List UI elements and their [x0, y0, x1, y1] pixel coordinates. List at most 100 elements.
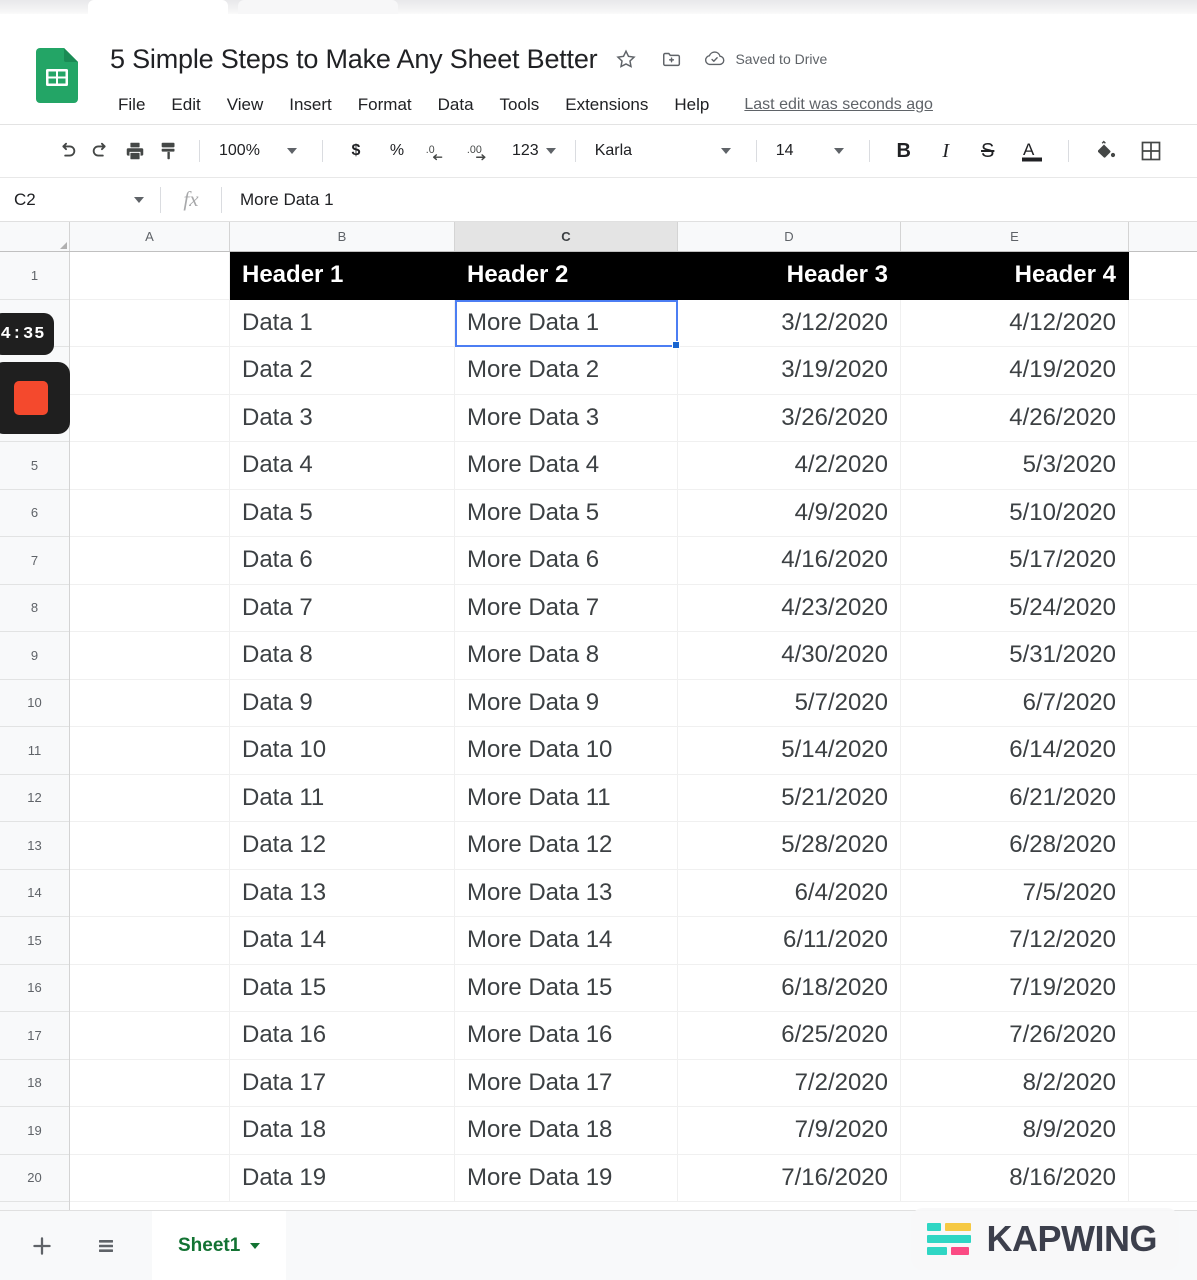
row-header-8[interactable]: 8: [0, 584, 69, 632]
star-icon[interactable]: [609, 42, 643, 76]
row-header-9[interactable]: 9: [0, 632, 69, 680]
browser-tab[interactable]: [88, 0, 228, 14]
undo-icon[interactable]: [50, 134, 84, 168]
menu-item-edit[interactable]: Edit: [158, 92, 213, 118]
grid-cell[interactable]: Data 17: [230, 1059, 455, 1107]
italic-button[interactable]: I: [925, 136, 967, 167]
grid-cell[interactable]: More Data 15: [455, 964, 678, 1012]
increase-decimal-button[interactable]: .00: [460, 134, 506, 168]
name-box[interactable]: C2: [0, 178, 160, 222]
grid-cell[interactable]: Data 19: [230, 1154, 455, 1202]
formula-input[interactable]: More Data 1: [222, 190, 334, 210]
grid-cell[interactable]: [70, 917, 230, 965]
grid-cell[interactable]: Data 12: [230, 822, 455, 870]
grid-cell[interactable]: Header 1: [230, 252, 455, 300]
row-header-15[interactable]: 15: [0, 917, 69, 965]
menu-item-format[interactable]: Format: [345, 92, 425, 118]
row-header-11[interactable]: 11: [0, 727, 69, 775]
grid-cell[interactable]: 6/25/2020: [678, 1012, 901, 1060]
grid-cell[interactable]: More Data 4: [455, 442, 678, 490]
grid-cell[interactable]: More Data 6: [455, 537, 678, 585]
grid-cell[interactable]: [1129, 1155, 1197, 1202]
stop-recording-button[interactable]: [0, 362, 70, 434]
grid-cell[interactable]: [70, 584, 230, 632]
grid-cell[interactable]: 6/18/2020: [678, 964, 901, 1012]
grid-cell[interactable]: [1129, 1060, 1197, 1107]
font-size-chevron-down-icon[interactable]: [822, 134, 856, 168]
grid-cell[interactable]: Data 7: [230, 584, 455, 632]
grid-cell[interactable]: [70, 1059, 230, 1107]
grid-cell[interactable]: [1129, 965, 1197, 1012]
paint-format-icon[interactable]: [152, 134, 186, 168]
grid-cell[interactable]: 6/7/2020: [901, 679, 1129, 727]
text-color-button[interactable]: A: [1009, 134, 1055, 168]
grid-cell[interactable]: [1129, 395, 1197, 442]
grid-cell[interactable]: 7/5/2020: [901, 869, 1129, 917]
grid-cell[interactable]: 7/26/2020: [901, 1012, 1129, 1060]
grid-cell[interactable]: 5/21/2020: [678, 774, 901, 822]
column-header-c[interactable]: C: [455, 222, 678, 251]
decrease-decimal-button[interactable]: .0: [418, 134, 460, 168]
grid-cell[interactable]: 7/16/2020: [678, 1154, 901, 1202]
grid-cell[interactable]: Header 3: [678, 252, 901, 300]
row-header-13[interactable]: 13: [0, 822, 69, 870]
grid-cell[interactable]: [1129, 727, 1197, 775]
add-sheet-icon[interactable]: [20, 1224, 64, 1268]
grid-cell[interactable]: Data 8: [230, 632, 455, 680]
grid-cell[interactable]: Data 1: [230, 299, 455, 347]
row-header-14[interactable]: 14: [0, 869, 69, 917]
menu-item-insert[interactable]: Insert: [276, 92, 345, 118]
grid-cell[interactable]: 4/23/2020: [678, 584, 901, 632]
grid-cell[interactable]: 5/10/2020: [901, 489, 1129, 537]
menu-item-extensions[interactable]: Extensions: [552, 92, 661, 118]
menu-item-help[interactable]: Help: [661, 92, 722, 118]
grid-cell[interactable]: 5/3/2020: [901, 442, 1129, 490]
menu-item-view[interactable]: View: [214, 92, 277, 118]
grid-cell[interactable]: [70, 822, 230, 870]
print-icon[interactable]: [118, 134, 152, 168]
all-sheets-icon[interactable]: [84, 1224, 128, 1268]
grid-cell[interactable]: [1129, 1107, 1197, 1155]
grid-cell[interactable]: [70, 727, 230, 775]
grid-cell[interactable]: [1129, 822, 1197, 870]
column-header-a[interactable]: A: [70, 222, 230, 251]
row-header-19[interactable]: 19: [0, 1107, 69, 1155]
currency-format-button[interactable]: $: [336, 138, 376, 164]
grid-cell[interactable]: Header 2: [455, 252, 678, 300]
grid-cell[interactable]: 5/31/2020: [901, 632, 1129, 680]
grid-cell[interactable]: [70, 252, 230, 300]
grid-cell[interactable]: [1129, 300, 1197, 347]
grid-cell[interactable]: Data 11: [230, 774, 455, 822]
grid-cell[interactable]: [1129, 537, 1197, 585]
grid-cell[interactable]: 6/14/2020: [901, 727, 1129, 775]
row-header-1[interactable]: 1: [0, 252, 69, 300]
font-family-selector[interactable]: Karla: [589, 138, 709, 164]
grid-cell[interactable]: [70, 964, 230, 1012]
grid-cell[interactable]: Data 4: [230, 442, 455, 490]
menu-item-tools[interactable]: Tools: [487, 92, 553, 118]
grid-cell[interactable]: 5/14/2020: [678, 727, 901, 775]
row-header-12[interactable]: 12: [0, 774, 69, 822]
grid-cell[interactable]: Data 9: [230, 679, 455, 727]
grid-cell[interactable]: [70, 537, 230, 585]
font-family-chevron-down-icon[interactable]: [709, 134, 743, 168]
grid-cell[interactable]: [70, 1154, 230, 1202]
grid-cell[interactable]: More Data 9: [455, 679, 678, 727]
move-to-folder-icon[interactable]: [655, 42, 689, 76]
grid-cell[interactable]: Data 10: [230, 727, 455, 775]
grid-cell[interactable]: [1129, 347, 1197, 395]
grid-cell[interactable]: 4/9/2020: [678, 489, 901, 537]
grid-cell[interactable]: [70, 489, 230, 537]
row-header-16[interactable]: 16: [0, 964, 69, 1012]
grid-cell[interactable]: [1129, 680, 1197, 727]
saved-to-drive-status[interactable]: Saved to Drive: [703, 48, 827, 71]
sheet-tab-sheet1[interactable]: Sheet1: [152, 1210, 287, 1280]
grid-cell[interactable]: [70, 394, 230, 442]
grid-cell[interactable]: 4/12/2020: [901, 299, 1129, 347]
bold-button[interactable]: B: [883, 136, 925, 167]
grid-cell[interactable]: [1129, 1012, 1197, 1060]
row-header-20[interactable]: 20: [0, 1154, 69, 1202]
select-all-corner[interactable]: [0, 222, 70, 251]
last-edit-link[interactable]: Last edit was seconds ago: [744, 96, 933, 114]
grid-cell[interactable]: [70, 1107, 230, 1155]
